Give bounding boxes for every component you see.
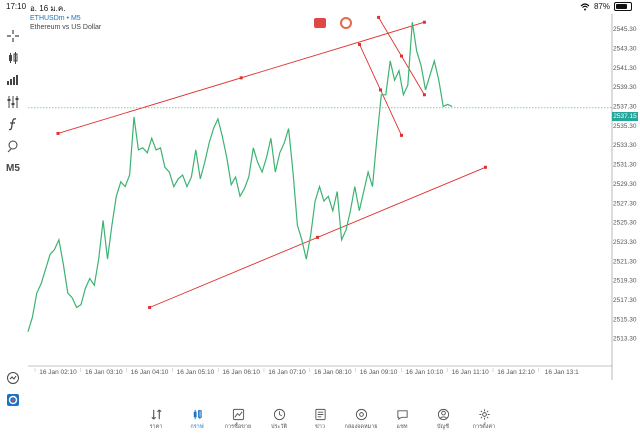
trendline-handle[interactable] xyxy=(400,54,403,58)
trendline-handle[interactable] xyxy=(422,20,426,24)
trendline-handle[interactable] xyxy=(358,42,362,46)
symbol-description: Ethereum vs US Dollar xyxy=(30,24,102,31)
x-tick-label: 16 Jan 08:10 xyxy=(314,369,352,376)
left-toolbar: M5 xyxy=(0,14,26,406)
y-tick-label: 2517.30 xyxy=(613,297,637,304)
x-tick-label: 16 Jan 07:10 xyxy=(268,369,306,376)
candlestick-icon[interactable] xyxy=(5,50,21,66)
y-tick-label: 2519.30 xyxy=(613,278,637,285)
price-chart[interactable]: 2545.30 2543.30 2541.30 2539.30 2537.30 2535.… xyxy=(0,0,640,404)
y-tick-label: 2533.30 xyxy=(613,142,637,149)
trendline-handle[interactable] xyxy=(379,88,383,92)
nav-item-label: การตั้งค่า xyxy=(472,424,496,430)
trendline-handle[interactable] xyxy=(400,133,403,137)
trendline-handle[interactable] xyxy=(316,235,320,239)
nav-item-quotes[interactable]: ราคา xyxy=(136,404,177,447)
nav-item-label: บัญชี xyxy=(437,424,449,430)
x-tick-label: 16 Jan 13:1 xyxy=(545,369,579,376)
x-tick-label: 16 Jan 12:10 xyxy=(497,369,535,376)
x-tick-label: 16 Jan 02:10 xyxy=(39,369,77,376)
x-tick-label: 16 Jan 04:10 xyxy=(131,369,169,376)
nav-item-label: ราคา xyxy=(149,424,163,430)
mailbox-icon xyxy=(355,408,367,421)
chat-icon xyxy=(396,410,408,421)
history-icon xyxy=(273,408,285,421)
quotes-icon xyxy=(150,409,162,420)
y-tick-label: 2539.30 xyxy=(613,84,637,91)
indicators-icon[interactable] xyxy=(5,72,21,88)
nav-item-label: ข่าว xyxy=(315,424,325,430)
y-tick-label: 2529.30 xyxy=(613,181,637,188)
trade-panel-icon[interactable] xyxy=(5,370,21,386)
trendline-handle[interactable] xyxy=(377,15,381,19)
y-tick-label: 2531.30 xyxy=(613,162,637,169)
trendline-handle[interactable] xyxy=(483,165,487,169)
symbol-header: ETHUSDm • M5 Ethereum vs US Dollar xyxy=(30,14,101,32)
trendline-handle[interactable] xyxy=(56,131,60,135)
y-tick-label: 2535.30 xyxy=(613,123,637,130)
nav-item-settings[interactable]: การตั้งค่า xyxy=(464,404,505,447)
settings-icon xyxy=(478,409,490,420)
account-icon xyxy=(437,408,449,421)
nav-item-label: แชท xyxy=(396,424,408,430)
y-tick-label: 2513.30 xyxy=(613,336,637,343)
bottom-nav: ราคา กราฟ การซื้อขาย ประวัติ ข่าว กล่องจดหมาย… xyxy=(0,404,640,447)
nav-item-account[interactable]: บัญชี xyxy=(423,404,464,447)
sliders-icon[interactable] xyxy=(5,94,21,110)
news-icon xyxy=(314,408,326,421)
objects-icon[interactable] xyxy=(5,138,21,154)
quick-trade-button[interactable] xyxy=(314,18,326,28)
nav-item-news[interactable]: ข่าว xyxy=(300,404,341,447)
price-line xyxy=(27,22,453,332)
trendline-handle[interactable] xyxy=(148,305,152,309)
trendline-handle[interactable] xyxy=(422,93,426,97)
nav-item-chart[interactable]: กราฟ xyxy=(177,404,218,447)
trade-icon xyxy=(232,408,244,421)
nav-item-trade[interactable]: การซื้อขาย xyxy=(218,404,259,447)
timeframe-button[interactable]: M5 xyxy=(5,160,21,176)
x-tick-label: 16 Jan 06:10 xyxy=(222,369,260,376)
y-tick-label: 2545.30 xyxy=(613,26,637,33)
x-tick-label: 16 Jan 10:10 xyxy=(406,369,444,376)
nav-item-label: กล่องจดหมาย xyxy=(344,424,378,430)
crosshair-icon[interactable] xyxy=(5,28,21,44)
nav-item-chat[interactable]: แชท xyxy=(382,404,423,447)
y-tick-label: 2515.30 xyxy=(613,316,637,323)
y-tick-label: 2521.30 xyxy=(613,258,637,265)
current-price-tag: 2537.15 xyxy=(612,112,638,121)
y-tick-label: 2525.30 xyxy=(613,220,637,227)
function-icon[interactable] xyxy=(5,116,21,132)
x-tick-label: 16 Jan 05:10 xyxy=(177,369,215,376)
symbol-title: ETHUSDm • M5 xyxy=(30,15,81,22)
nav-item-history[interactable]: ประวัติ xyxy=(259,404,300,447)
chart-icon xyxy=(193,409,202,420)
x-tick-label: 16 Jan 11:10 xyxy=(452,369,489,376)
x-tick-label: 16 Jan 03:10 xyxy=(85,369,123,376)
nav-item-label: ประวัติ xyxy=(270,424,288,430)
nav-item-label: การซื้อขาย xyxy=(224,424,252,430)
y-tick-label: 2541.30 xyxy=(613,65,637,72)
y-tick-label: 2523.30 xyxy=(613,239,637,246)
nav-item-mailbox[interactable]: กล่องจดหมาย xyxy=(341,404,382,447)
y-tick-label: 2537.30 xyxy=(613,104,637,111)
quick-close-button[interactable] xyxy=(340,17,352,29)
x-tick-label: 16 Jan 09:10 xyxy=(360,369,398,376)
trendline-handle[interactable] xyxy=(239,76,243,80)
y-tick-label: 2543.30 xyxy=(613,46,637,53)
y-tick-label: 2527.30 xyxy=(613,200,637,207)
nav-item-label: กราฟ xyxy=(190,424,204,430)
